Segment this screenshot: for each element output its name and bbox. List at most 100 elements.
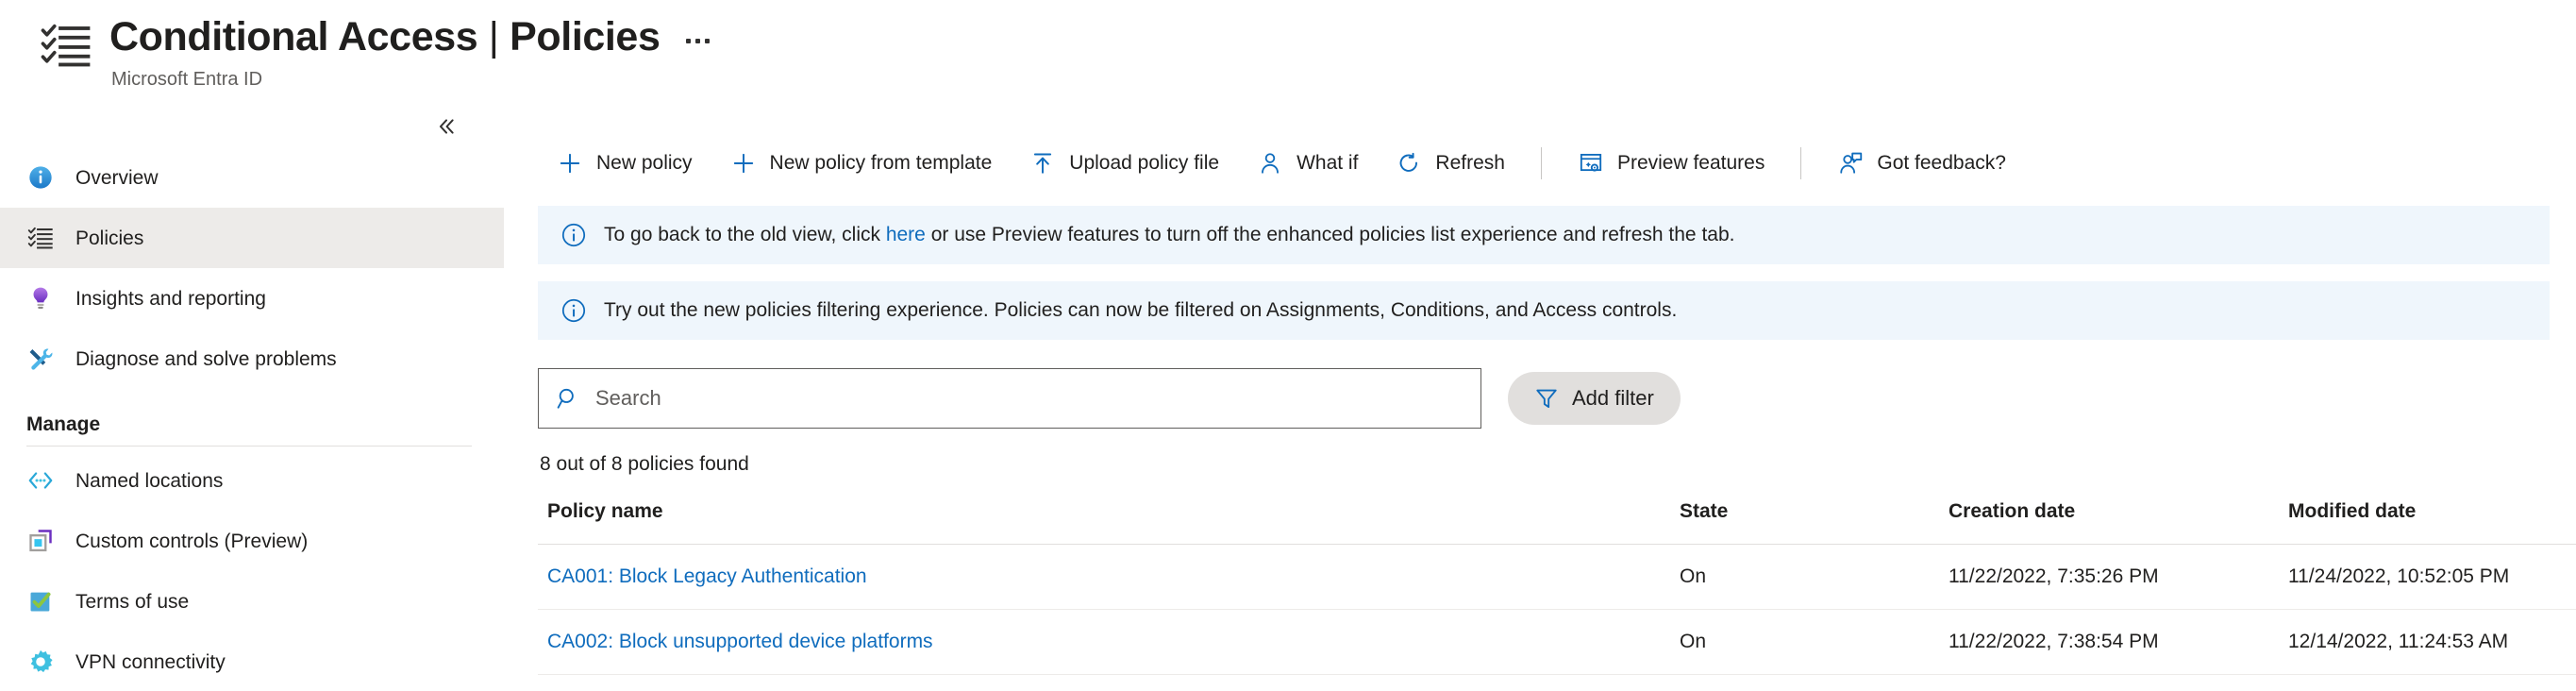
code-brackets-icon (26, 466, 55, 495)
title-row: Conditional Access | Policies (109, 13, 715, 60)
feedback-icon (1837, 150, 1864, 177)
preview-features-icon (1578, 150, 1604, 177)
command-divider (1540, 147, 1542, 179)
old-view-banner: To go back to the old view, click here o… (538, 206, 2550, 264)
command-bar: New policy New policy from template Uplo… (538, 134, 2576, 193)
cell-state: On (1670, 609, 1939, 675)
sidebar-group-divider (26, 446, 472, 447)
page-title-separator: | (488, 14, 499, 59)
cell-creation-date: 11/22/2022, 7:35:26 PM (1939, 544, 2279, 610)
plus-icon (730, 150, 757, 177)
command-label: What if (1296, 152, 1359, 174)
column-header-state[interactable]: State (1670, 500, 1939, 545)
sidebar-item-named-locations[interactable]: Named locations (0, 450, 504, 511)
search-icon (556, 386, 580, 411)
info-icon (560, 222, 587, 248)
table-header-row: Policy name State Creation date Modified… (538, 500, 2576, 545)
info-icon (560, 297, 587, 324)
table-row[interactable]: CA002: Block unsupported device platform… (538, 609, 2576, 675)
command-label: Got feedback? (1877, 152, 2006, 174)
checklist-icon (40, 19, 92, 72)
new-policy-from-template-button[interactable]: New policy from template (711, 139, 1012, 188)
sidebar-item-policies[interactable]: Policies (0, 208, 504, 268)
preview-features-button[interactable]: Preview features (1559, 139, 1783, 188)
collapse-row (0, 106, 504, 147)
policy-link[interactable]: CA001: Block Legacy Authentication (547, 565, 867, 587)
plus-icon (557, 150, 583, 177)
gear-icon (26, 648, 55, 676)
column-header-creation-date[interactable]: Creation date (1939, 500, 2279, 545)
sidebar-item-label: Overview (75, 166, 159, 189)
sidebar-item-diagnose-and-solve-problems[interactable]: Diagnose and solve problems (0, 329, 504, 389)
page-subtitle: Microsoft Entra ID (111, 69, 263, 90)
sidebar-item-label: Terms of use (75, 590, 190, 613)
upload-policy-file-button[interactable]: Upload policy file (1011, 139, 1238, 188)
info-circle-icon (26, 163, 55, 192)
command-label: New policy (596, 152, 693, 174)
filtering-experience-banner: Try out the new policies filtering exper… (538, 281, 2550, 340)
sidebar-item-terms-of-use[interactable]: Terms of use (0, 571, 504, 632)
table-body: CA001: Block Legacy Authentication On 11… (538, 544, 2576, 675)
collapse-sidebar-icon[interactable] (430, 110, 462, 143)
filter-row: Add filter (538, 368, 2576, 429)
policy-link[interactable]: CA002: Block unsupported device platform… (547, 631, 933, 652)
got-feedback-button[interactable]: Got feedback? (1818, 139, 2025, 188)
add-filter-label: Add filter (1572, 386, 1654, 410)
sidebar-item-label: Named locations (75, 469, 224, 492)
cell-state: On (1670, 544, 1939, 610)
header-texts: Conditional Access | Policies Microsoft … (109, 13, 715, 92)
more-commands-icon[interactable] (680, 29, 715, 45)
banner-text: Try out the new policies filtering exper… (604, 298, 1678, 321)
sidebar-item-vpn-connectivity[interactable]: VPN connectivity (0, 632, 504, 691)
cell-modified-date: 11/24/2022, 10:52:05 PM (2279, 544, 2576, 610)
page-title: Conditional Access | Policies (109, 13, 661, 60)
sidebar-item-custom-controls[interactable]: Custom controls (Preview) (0, 511, 504, 571)
sidebar-item-label: Policies (75, 227, 144, 249)
page-header: Conditional Access | Policies Microsoft … (0, 0, 2576, 102)
cell-creation-date: 11/22/2022, 7:38:54 PM (1939, 609, 2279, 675)
sidebar-item-label: Diagnose and solve problems (75, 347, 337, 370)
refresh-button[interactable]: Refresh (1377, 139, 1524, 188)
command-label: Preview features (1616, 152, 1765, 174)
what-if-button[interactable]: What if (1238, 139, 1377, 188)
page-title-section: Policies (510, 14, 661, 59)
policies-table: Policy name State Creation date Modified… (538, 500, 2576, 675)
results-count: 8 out of 8 policies found (540, 453, 749, 475)
banner-text: To go back to the old view, click here o… (604, 223, 1734, 247)
add-filter-button[interactable]: Add filter (1508, 372, 1681, 425)
column-header-policy-name[interactable]: Policy name (538, 500, 1670, 545)
refresh-icon (1396, 150, 1422, 177)
sidebar-item-label: VPN connectivity (75, 650, 226, 673)
person-icon (1257, 150, 1283, 177)
sidebar-item-insights-and-reporting[interactable]: Insights and reporting (0, 268, 504, 329)
search-input[interactable] (595, 386, 1464, 411)
cell-policy-name: CA002: Block unsupported device platform… (538, 609, 1670, 675)
checklist-icon (26, 224, 55, 252)
filter-icon (1534, 386, 1559, 411)
sidebar: Overview Policies Insights and reporting… (0, 102, 504, 691)
sidebar-group-manage-label: Manage (26, 413, 101, 435)
sidebar-item-overview[interactable]: Overview (0, 147, 504, 208)
main-content: New policy New policy from template Uplo… (504, 102, 2576, 691)
ellipsis-dot (705, 38, 711, 43)
banner-text-after: or use Preview features to turn off the … (925, 223, 1735, 245)
cell-policy-name: CA001: Block Legacy Authentication (538, 544, 1670, 610)
search-box[interactable] (538, 368, 1481, 429)
command-label: New policy from template (769, 152, 993, 174)
banner-link[interactable]: here (886, 224, 926, 245)
lightbulb-icon (26, 284, 55, 312)
sidebar-item-label: Custom controls (Preview) (75, 530, 309, 552)
table-head: Policy name State Creation date Modified… (538, 500, 2576, 545)
column-header-modified-date[interactable]: Modified date (2279, 500, 2576, 545)
table-row[interactable]: CA001: Block Legacy Authentication On 11… (538, 544, 2576, 610)
ellipsis-dot (686, 38, 692, 43)
command-label: Refresh (1435, 152, 1505, 174)
cell-modified-date: 12/14/2022, 11:24:53 AM (2279, 609, 2576, 675)
sidebar-item-label: Insights and reporting (75, 287, 266, 310)
tools-icon (26, 345, 55, 373)
body-wrapper: Overview Policies Insights and reporting… (0, 102, 2576, 691)
custom-controls-icon (26, 527, 55, 555)
command-label: Upload policy file (1069, 152, 1220, 174)
new-policy-button[interactable]: New policy (538, 139, 711, 188)
ellipsis-dot (695, 38, 701, 43)
